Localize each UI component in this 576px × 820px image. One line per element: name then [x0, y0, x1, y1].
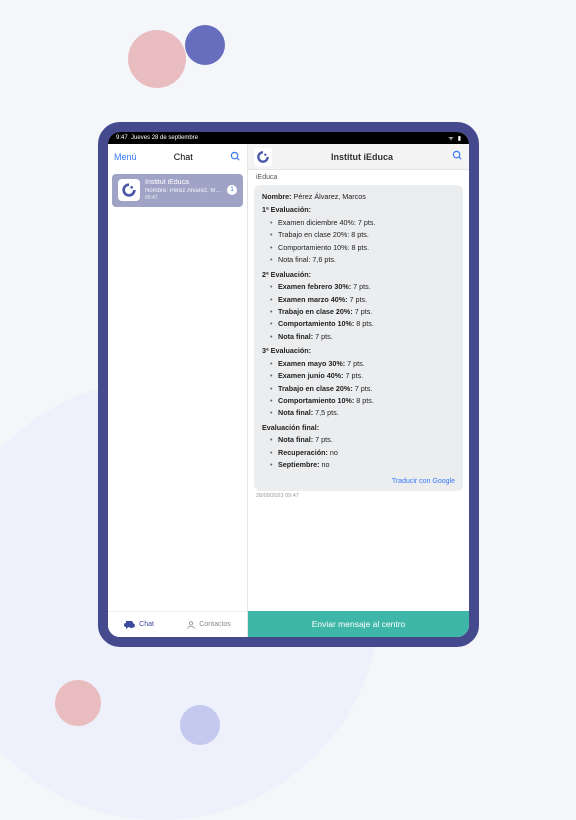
battery-icon: ▮ [458, 135, 461, 142]
eval-list: Examen mayo 30%: 7 pts. Examen junio 40%:… [262, 359, 455, 419]
eval-item: Comportamiento 10%: 8 pts. [270, 396, 455, 406]
school-logo-icon [118, 179, 140, 201]
message-bubble: Nombre: Pérez Álvarez, Marcos 1ª Evaluaci… [254, 185, 463, 491]
eval-item: Trabajo en clase 20%: 7 pts. [270, 384, 455, 394]
tab-chat[interactable]: Chat [124, 620, 154, 630]
eval-list: Nota final: 7 pts. Recuperación: no Septie… [262, 435, 455, 470]
eval-item: Septiembre: no [270, 460, 455, 470]
eval-item: Examen mayo 30%: 7 pts. [270, 359, 455, 369]
left-pane: Menú Chat Institut iEduca Nombre: Pérez … [108, 144, 248, 637]
eval-item: Examen febrero 30%: 7 pts. [270, 282, 455, 292]
tablet-frame: 9:47 Jueves 28 de septiembre ᯤ ▮ Menú Ch… [98, 122, 479, 647]
eval-header: 2ª Evaluación: [262, 270, 455, 280]
wifi-icon: ᯤ [448, 134, 453, 142]
eval-item: Examen marzo 40%: 7 pts. [270, 295, 455, 305]
tab-chat-label: Chat [139, 621, 154, 628]
left-footer: Chat Contactos [108, 611, 247, 637]
eval-item: Examen junio 40%: 7 pts. [270, 371, 455, 381]
search-icon[interactable] [230, 151, 241, 164]
unread-badge: 1 [227, 185, 237, 195]
eval-item: Trabajo en clase 20%: 8 pts. [270, 230, 455, 240]
eval-header: Evaluación final: [262, 423, 455, 433]
menu-button[interactable]: Menú [114, 152, 137, 162]
chat-item-title: Institut iEduca [145, 179, 222, 188]
chat-item-time: 09:47 [145, 195, 222, 201]
right-title: Institut iEduca [278, 152, 446, 162]
status-time: 9:47 [116, 135, 128, 141]
eval-header: 1ª Evaluación: [262, 205, 455, 215]
chat-list-item[interactable]: Institut iEduca Nombre: Pérez Álvarez, M… [112, 174, 243, 207]
message-area[interactable]: Nombre: Pérez Álvarez, Marcos 1ª Evaluaci… [248, 185, 469, 611]
chat-item-subtitle: Nombre: Pérez Álvarez, Ma... [145, 188, 222, 196]
translate-link[interactable]: Traducir con Google [262, 477, 455, 487]
eval-item: Nota final: 7 pts. [270, 435, 455, 445]
send-button[interactable]: Enviar mensaje al centro [248, 611, 469, 637]
student-name: Nombre: Pérez Álvarez, Marcos [262, 192, 455, 202]
tab-contacts-label: Contactos [199, 621, 231, 628]
eval-item: Comportamiento 10%: 8 pts. [270, 243, 455, 253]
eval-item: Recuperación: no [270, 448, 455, 458]
eval-item: Nota final: 7,5 pts. [270, 408, 455, 418]
eval-item: Examen diciembre 40%: 7 pts. [270, 218, 455, 228]
status-bar: 9:47 Jueves 28 de septiembre ᯤ ▮ [108, 132, 469, 144]
eval-item: Trabajo en clase 20%: 7 pts. [270, 307, 455, 317]
school-logo-icon [254, 148, 272, 166]
right-header: Institut iEduca [248, 144, 469, 170]
status-date: Jueves 28 de septiembre [131, 135, 198, 141]
left-header: Menú Chat [108, 144, 247, 170]
eval-item: Nota final: 7 pts. [270, 332, 455, 342]
message-timestamp: 28/09/2023 09:47 [254, 491, 463, 499]
tab-contacts[interactable]: Contactos [186, 620, 231, 630]
eval-list: Examen febrero 30%: 7 pts. Examen marzo 4… [262, 282, 455, 342]
eval-item: Comportamiento 10%: 8 pts. [270, 319, 455, 329]
eval-list: Examen diciembre 40%: 7 pts. Trabajo en c… [262, 218, 455, 266]
eval-item: Nota final: 7,6 pts. [270, 255, 455, 265]
sender-label: iEduca [248, 170, 469, 185]
search-icon[interactable] [452, 148, 463, 166]
right-pane: Institut iEduca iEduca Nombre: Pérez Álv… [248, 144, 469, 637]
left-title: Chat [174, 152, 193, 162]
eval-header: 3ª Evaluación: [262, 346, 455, 356]
